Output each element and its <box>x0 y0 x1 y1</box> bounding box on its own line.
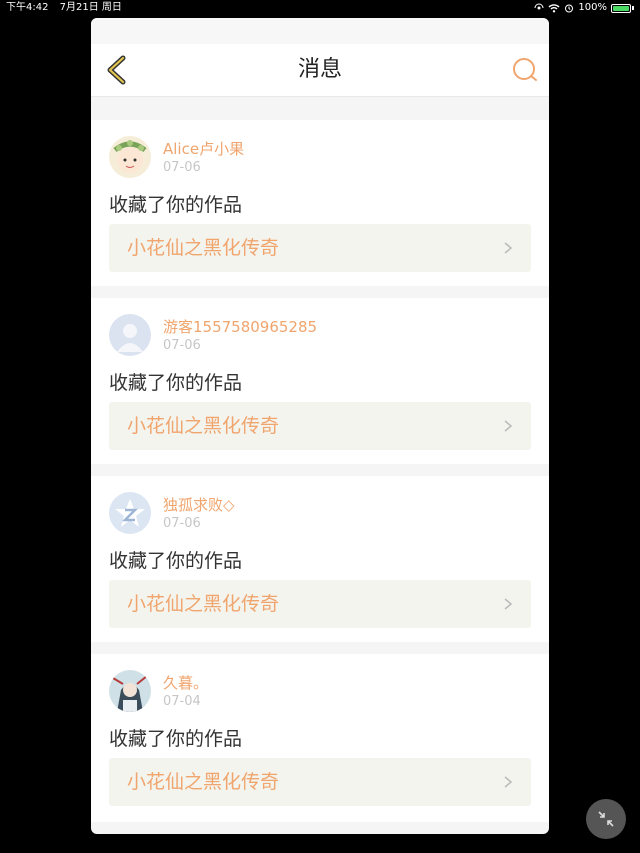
username[interactable]: 久暮。 <box>163 672 208 693</box>
search-icon <box>513 58 537 81</box>
status-time: 下午4:42 <box>6 2 49 13</box>
notification-card: Alice卢小果 07-06 收藏了你的作品 小花仙之黑化传奇 <box>91 120 549 286</box>
panel-top-strip <box>91 18 549 44</box>
notification-date: 07-06 <box>163 160 201 175</box>
username[interactable]: 游客1557580965285 <box>163 316 317 337</box>
battery-cap <box>632 6 634 10</box>
notification-card: 久暮。 07-04 收藏了你的作品 小花仙之黑化传奇 <box>91 654 549 822</box>
work-link[interactable]: 小花仙之黑化传奇 <box>109 758 531 806</box>
page-title: 消息 <box>297 57 342 82</box>
user-avatar[interactable] <box>109 136 151 178</box>
notification-card: 独孤求败◇ 07-06 收藏了你的作品 小花仙之黑化传奇 <box>91 476 549 642</box>
notification-action: 收藏了你的作品 <box>109 194 243 216</box>
search-button[interactable] <box>511 56 539 84</box>
collapse-icon <box>598 811 614 827</box>
alarm-icon <box>565 4 574 13</box>
avatar-star-logo-icon <box>109 492 151 534</box>
battery-percent: 100% <box>578 2 607 13</box>
chevron-right-icon <box>504 776 513 788</box>
user-avatar[interactable] <box>109 492 151 534</box>
notification-action: 收藏了你的作品 <box>109 728 243 750</box>
avatar-default-person-icon <box>109 314 151 356</box>
notification-date: 07-06 <box>163 338 201 353</box>
user-avatar[interactable] <box>109 670 151 712</box>
messages-panel: 消息 Alice卢小果 07-06 收藏了你的作品 小花仙之黑化传奇 游客155… <box>91 18 549 834</box>
notification-card: 游客1557580965285 07-06 收藏了你的作品 小花仙之黑化传奇 <box>91 298 549 464</box>
notification-action: 收藏了你的作品 <box>109 550 243 572</box>
chevron-right-icon <box>504 598 513 610</box>
chevron-right-icon <box>504 420 513 432</box>
work-title: 小花仙之黑化传奇 <box>127 237 280 259</box>
nav-bar: 消息 <box>91 44 549 97</box>
work-title: 小花仙之黑化传奇 <box>127 593 280 615</box>
work-link[interactable]: 小花仙之黑化传奇 <box>109 580 531 628</box>
battery-icon <box>611 3 631 13</box>
work-link[interactable]: 小花仙之黑化传奇 <box>109 402 531 450</box>
notification-date: 07-06 <box>163 516 201 531</box>
avatar-anime-flower-crown-icon <box>109 136 151 178</box>
wifi-icon <box>548 4 560 13</box>
avatar-anime-character-icon <box>109 670 151 712</box>
chevron-right-icon <box>504 242 513 254</box>
work-link[interactable]: 小花仙之黑化传奇 <box>109 224 531 272</box>
work-title: 小花仙之黑化传奇 <box>127 415 280 437</box>
work-title: 小花仙之黑化传奇 <box>127 771 280 793</box>
status-date: 7月21日 周日 <box>59 2 122 13</box>
username[interactable]: Alice卢小果 <box>163 138 244 159</box>
status-bar: 下午4:42 7月21日 周日 100% <box>0 0 640 16</box>
collapse-button[interactable] <box>586 799 626 839</box>
signal-icon <box>534 3 544 10</box>
username[interactable]: 独孤求败◇ <box>163 494 235 515</box>
notification-action: 收藏了你的作品 <box>109 372 243 394</box>
user-avatar[interactable] <box>109 314 151 356</box>
notification-date: 07-04 <box>163 694 201 709</box>
